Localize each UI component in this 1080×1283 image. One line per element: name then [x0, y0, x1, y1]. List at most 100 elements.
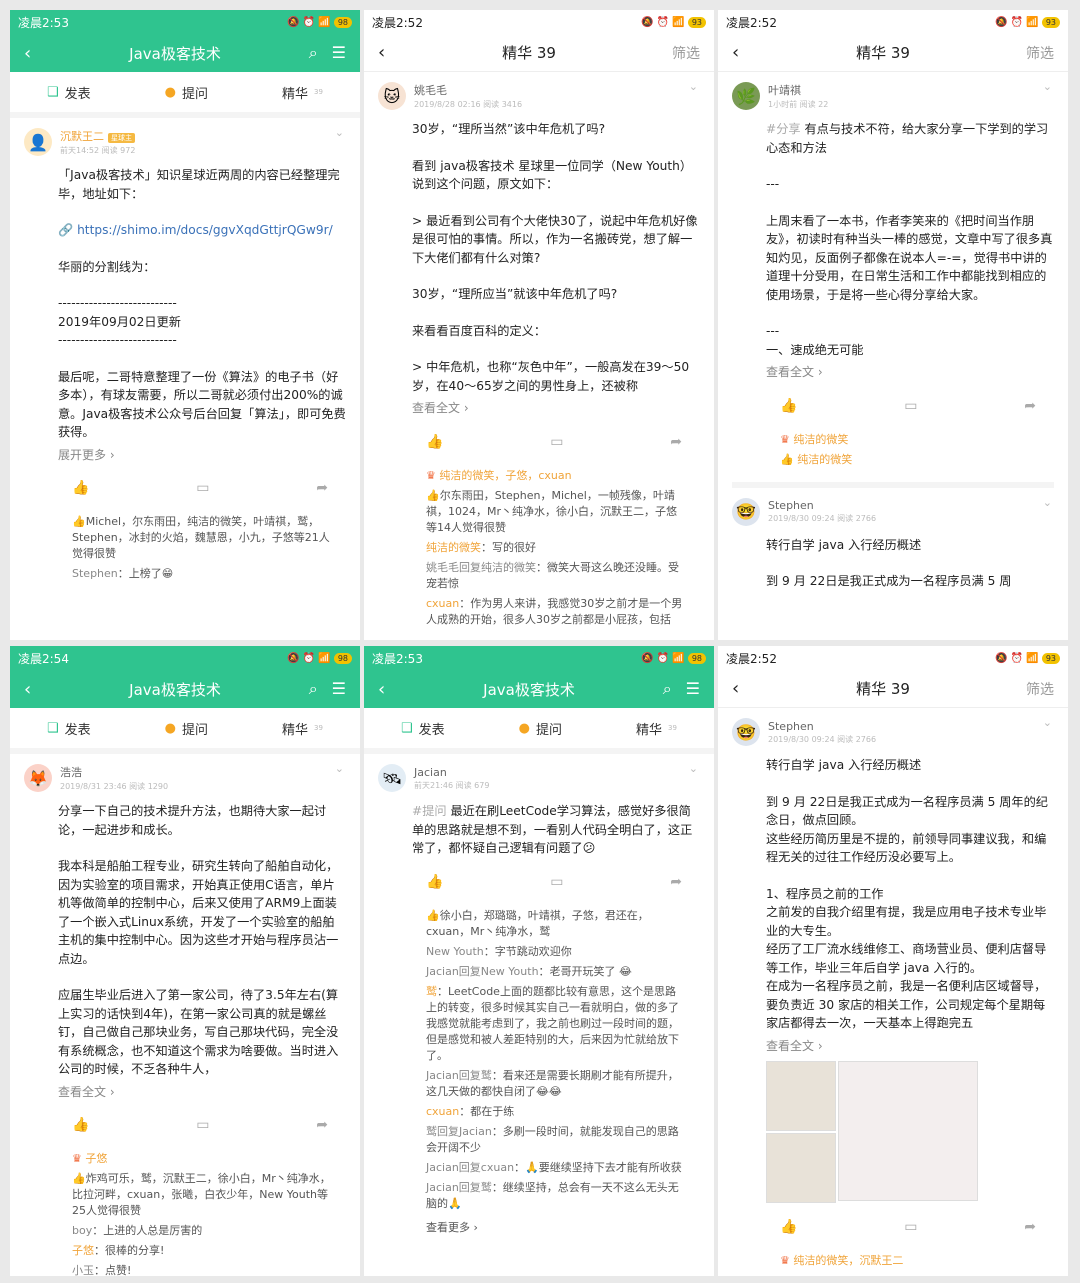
- author-name[interactable]: Jacian: [414, 766, 489, 779]
- search-icon[interactable]: ⌕: [309, 43, 318, 63]
- menu-icon[interactable]: ☰: [332, 679, 346, 699]
- author-name[interactable]: Stephen: [768, 720, 876, 733]
- back-icon[interactable]: ‹: [378, 679, 418, 700]
- post-body: #分享 有点与技术不符，给大家分享一下学到的学习心态和方法 --- 上周末看了一…: [732, 120, 1054, 382]
- comment[interactable]: 姚毛毛回复纯洁的微笑：微笑大哥这么晚还没睡。受宠若惊: [378, 556, 700, 592]
- back-icon[interactable]: ‹: [24, 679, 64, 700]
- filter-button[interactable]: 筛选: [640, 43, 700, 63]
- comment[interactable]: 鹫：LeetCode上面的题都比较有意思，这个是思路上的转变，很多时候其实自己一…: [378, 980, 700, 1064]
- reward-text: 纯洁的微笑，沉默王二: [793, 1254, 904, 1267]
- status-bar: 凌晨2:53 🔕 ⏰ 📶 98: [364, 646, 714, 670]
- chevron-down-icon[interactable]: ⌄: [335, 762, 344, 775]
- filter-button[interactable]: 筛选: [994, 43, 1054, 63]
- comment[interactable]: Jacian回复鹫：继续坚持，总会有一天不这么无头无脑的🙏: [378, 1176, 700, 1212]
- image-thumbnail[interactable]: [766, 1061, 836, 1131]
- comment-icon[interactable]: ▭: [904, 398, 917, 414]
- page-title: Java极客技术: [129, 44, 221, 63]
- view-more-comments[interactable]: 查看更多 ›: [378, 1216, 700, 1236]
- author-name[interactable]: 浩浩: [60, 764, 168, 780]
- comment[interactable]: cxuan：作为男人来讲，我感觉30岁之前才是一个男人成熟的开始，很多人30岁之…: [378, 592, 700, 628]
- chevron-down-icon[interactable]: ⌄: [689, 762, 698, 775]
- comment-icon[interactable]: ▭: [196, 480, 209, 496]
- author-name[interactable]: 叶靖祺: [768, 82, 828, 98]
- comment[interactable]: Jacian回复鹫：看来还是需要长期刷才能有所提升，这几天做的都快自闭了😂😂: [378, 1064, 700, 1100]
- expand-more-link[interactable]: 展开更多 ›: [58, 446, 346, 465]
- comment[interactable]: Jacian回复New Youth：老哥开玩笑了 😂: [378, 960, 700, 980]
- filter-button[interactable]: 筛选: [994, 679, 1054, 699]
- share-icon[interactable]: ➦: [670, 874, 682, 890]
- back-icon[interactable]: ‹: [378, 42, 418, 63]
- back-icon[interactable]: ‹: [732, 42, 772, 63]
- post-tag[interactable]: #分享: [766, 122, 801, 136]
- menu-icon[interactable]: ☰: [686, 679, 700, 699]
- like-icon[interactable]: 👍: [780, 1219, 797, 1235]
- avatar[interactable]: 🤓: [732, 497, 760, 526]
- like-icon[interactable]: 👍: [72, 480, 89, 496]
- read-full-link[interactable]: 查看全文 ›: [58, 1083, 346, 1102]
- author-name[interactable]: Stephen: [768, 499, 876, 512]
- avatar[interactable]: 🌿: [732, 82, 760, 110]
- read-full-link[interactable]: 查看全文 ›: [412, 399, 700, 418]
- tab-essence[interactable]: 精华 39: [636, 719, 677, 738]
- tab-essence[interactable]: 精华 39: [282, 719, 323, 738]
- tab-post[interactable]: ❑ 发表: [47, 719, 91, 738]
- search-icon[interactable]: ⌕: [663, 679, 672, 699]
- chevron-down-icon[interactable]: ⌄: [1043, 80, 1052, 93]
- comment[interactable]: New Youth：字节跳动欢迎你: [378, 940, 700, 960]
- menu-icon[interactable]: ☰: [332, 43, 346, 63]
- post-tag[interactable]: #提问: [412, 804, 447, 818]
- share-icon[interactable]: ➦: [316, 1117, 328, 1133]
- tab-question[interactable]: ● 提问: [165, 83, 208, 102]
- tab-question[interactable]: ● 提问: [165, 719, 208, 738]
- chevron-down-icon[interactable]: ⌄: [689, 80, 698, 93]
- post: ⌄ 🤓 Stephen 2019/8/30 09:24 阅读 2766 转行自学 j…: [718, 708, 1068, 1269]
- share-icon[interactable]: ➦: [670, 434, 682, 450]
- back-icon[interactable]: ‹: [732, 678, 772, 699]
- back-icon[interactable]: ‹: [24, 43, 64, 64]
- image-thumbnail[interactable]: [838, 1061, 978, 1201]
- chevron-down-icon[interactable]: ⌄: [1043, 496, 1052, 509]
- reward-list: ♛ 纯洁的微笑，子悠，cxuan: [378, 450, 700, 484]
- avatar[interactable]: 👤: [24, 128, 52, 156]
- comment[interactable]: 小玉：点赞!: [24, 1259, 346, 1276]
- like-icon[interactable]: 👍: [72, 1117, 89, 1133]
- like-icon[interactable]: 👍: [780, 398, 797, 414]
- post-text: 有点与技术不符，给大家分享一下学到的学习心态和方法: [766, 122, 1049, 155]
- like-icon[interactable]: 👍: [426, 874, 443, 890]
- comment-icon[interactable]: ▭: [904, 1219, 917, 1235]
- comment[interactable]: Jacian回复cxuan：🙏要继续坚持下去才能有所收获: [378, 1156, 700, 1176]
- status-bar: 凌晨2:52 🔕 ⏰ 📶 93: [718, 646, 1068, 670]
- read-full-link[interactable]: 查看全文 ›: [766, 363, 1054, 382]
- comment-icon[interactable]: ▭: [550, 434, 563, 450]
- avatar[interactable]: 🛰: [378, 764, 406, 792]
- post-meta: 2019/8/30 09:24 阅读 2766: [768, 734, 877, 744]
- tab-question[interactable]: ● 提问: [519, 719, 562, 738]
- comment[interactable]: 纯洁的微笑：写的很好: [378, 536, 700, 556]
- author-name[interactable]: 姚毛毛: [414, 82, 522, 98]
- like-icon[interactable]: 👍: [426, 434, 443, 450]
- tab-post[interactable]: ❑ 发表: [47, 83, 91, 102]
- avatar[interactable]: 🐱: [378, 82, 406, 110]
- author-name[interactable]: 沉默王二: [60, 130, 104, 143]
- image-thumbnail[interactable]: [766, 1133, 836, 1203]
- share-icon[interactable]: ➦: [316, 480, 328, 496]
- comment[interactable]: cxuan：都在于练: [378, 1100, 700, 1120]
- chevron-down-icon[interactable]: ⌄: [335, 126, 344, 139]
- tab-essence[interactable]: 精华 39: [282, 83, 323, 102]
- comment[interactable]: 鹫回复Jacian：多刷一段时间，就能发现自己的思路会开阔不少: [378, 1120, 700, 1156]
- comment-author: New Youth: [426, 944, 484, 958]
- avatar[interactable]: 🤓: [732, 718, 760, 746]
- comment[interactable]: 子悠：很棒的分享!: [24, 1239, 346, 1259]
- post-link[interactable]: 🔗 https://shimo.im/docs/ggvXqdGttjrQGw9r…: [58, 221, 346, 240]
- comment-icon[interactable]: ▭: [550, 874, 563, 890]
- tab-post[interactable]: ❑ 发表: [401, 719, 445, 738]
- comment[interactable]: Stephen：上榜了😁: [24, 562, 346, 582]
- avatar[interactable]: 🦊: [24, 764, 52, 792]
- search-icon[interactable]: ⌕: [309, 679, 318, 699]
- comment-icon[interactable]: ▭: [196, 1117, 209, 1133]
- read-full-link[interactable]: 查看全文 ›: [766, 1037, 1054, 1056]
- share-icon[interactable]: ➦: [1024, 1219, 1036, 1235]
- share-icon[interactable]: ➦: [1024, 398, 1036, 414]
- comment[interactable]: boy：上进的人总是厉害的: [24, 1219, 346, 1239]
- chevron-down-icon[interactable]: ⌄: [1043, 716, 1052, 729]
